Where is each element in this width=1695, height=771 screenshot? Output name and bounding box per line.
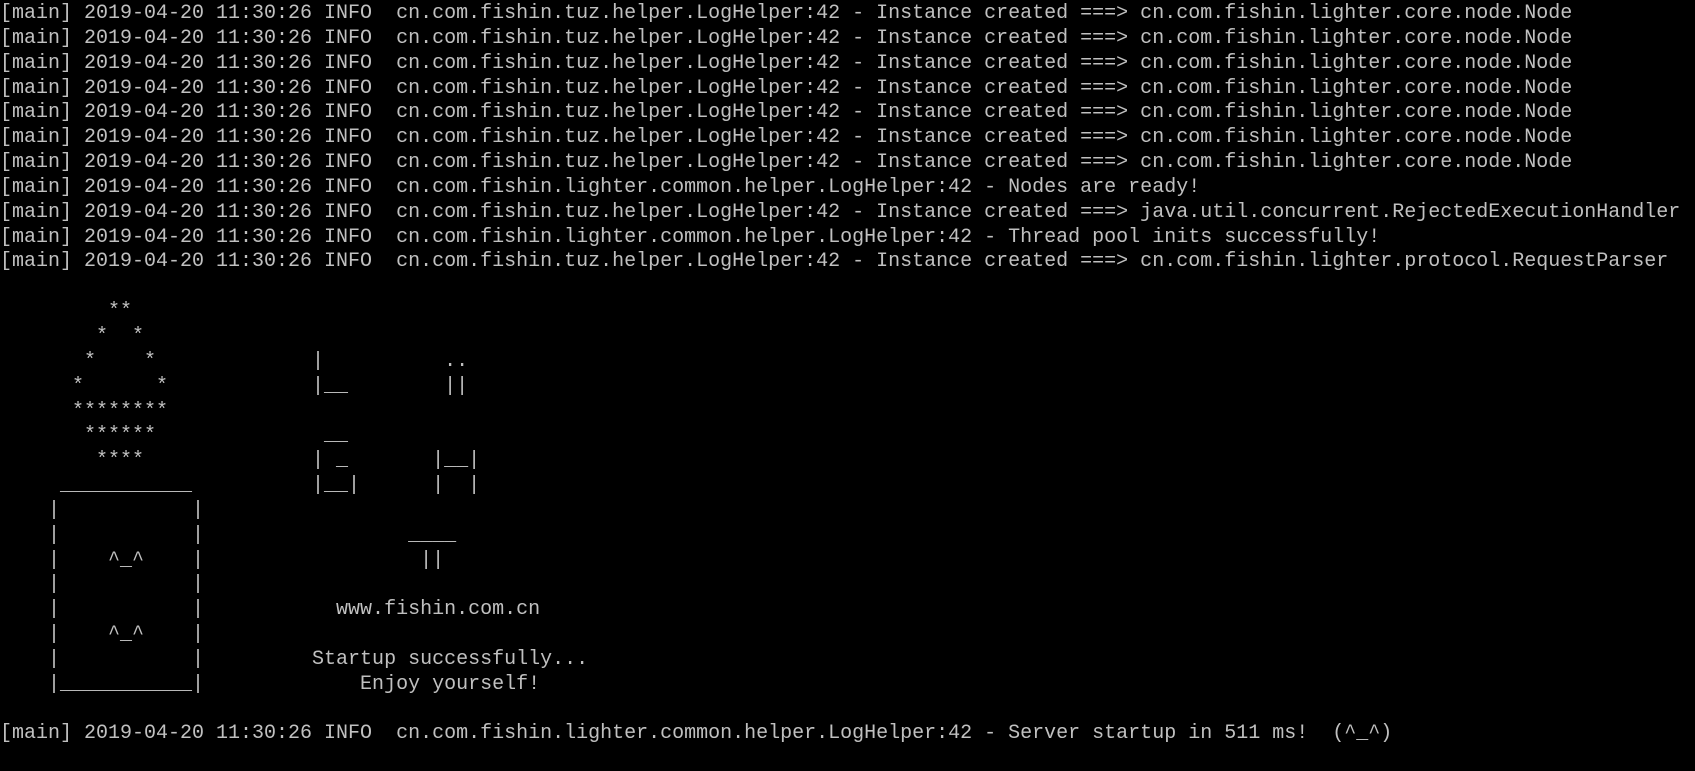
ascii-banner-line: ****** __ (0, 424, 349, 448)
ascii-banner-line: |___________| Enjoy yourself! (0, 672, 541, 696)
ascii-banner-line: ___________ |__| | | (0, 474, 481, 498)
log-line: [main] 2019-04-20 11:30:26 INFO cn.com.f… (0, 126, 1573, 150)
ascii-banner-line: ******** (0, 399, 169, 423)
ascii-banner-line: ** (0, 300, 133, 324)
log-line: [main] 2019-04-20 11:30:26 INFO cn.com.f… (0, 26, 1573, 50)
ascii-banner-line: | | ____ (0, 523, 457, 547)
terminal-output[interactable]: [main] 2019-04-20 11:30:26 INFO cn.com.f… (0, 2, 1695, 771)
log-line: [main] 2019-04-20 11:30:26 INFO cn.com.f… (0, 101, 1573, 125)
log-line: [main] 2019-04-20 11:30:26 INFO cn.com.f… (0, 2, 1573, 25)
log-line: [main] 2019-04-20 11:30:26 INFO cn.com.f… (0, 225, 1381, 249)
log-line: [main] 2019-04-20 11:30:26 INFO cn.com.f… (0, 76, 1573, 100)
log-line: [main] 2019-04-20 11:30:26 INFO cn.com.f… (0, 200, 1681, 224)
log-line: [main] 2019-04-20 11:30:26 INFO cn.com.f… (0, 151, 1573, 175)
ascii-banner-line: | | (0, 573, 205, 597)
ascii-banner-line: | | (0, 498, 205, 522)
ascii-banner-line: * * (0, 324, 145, 348)
log-line: [main] 2019-04-20 11:30:26 INFO cn.com.f… (0, 722, 1393, 746)
ascii-banner-line: * * | .. (0, 349, 469, 373)
ascii-banner-line: **** | _ |__| (0, 449, 481, 473)
log-line: [main] 2019-04-20 11:30:26 INFO cn.com.f… (0, 250, 1669, 274)
ascii-banner-line: | ^_^ | || (0, 548, 445, 572)
ascii-banner-line: | ^_^ | (0, 623, 205, 647)
ascii-banner-line: * * |__ || (0, 374, 469, 398)
log-line: [main] 2019-04-20 11:30:26 INFO cn.com.f… (0, 51, 1573, 75)
ascii-banner-line: | | Startup successfully... (0, 647, 589, 671)
ascii-banner-line: | | www.fishin.com.cn (0, 598, 541, 622)
log-line: [main] 2019-04-20 11:30:26 INFO cn.com.f… (0, 175, 1201, 199)
